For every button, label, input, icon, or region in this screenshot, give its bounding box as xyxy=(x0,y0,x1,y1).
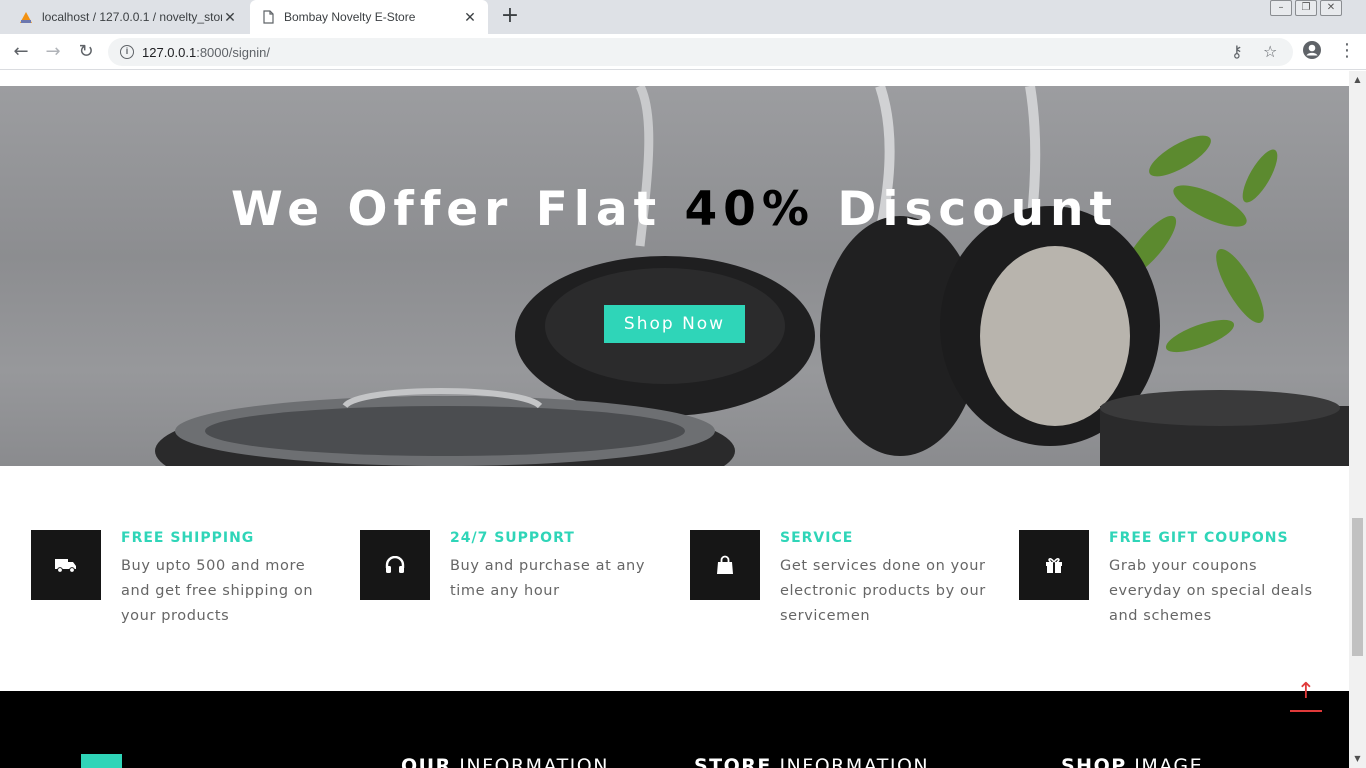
forward-icon[interactable]: → xyxy=(41,40,65,64)
shopping-bag-icon xyxy=(690,530,760,600)
gift-icon xyxy=(1019,530,1089,600)
page-icon xyxy=(263,10,274,24)
key-icon[interactable]: ⚷ xyxy=(1231,42,1243,61)
close-window-icon[interactable]: ✕ xyxy=(1320,0,1342,16)
browser-tab-strip: localhost / 127.0.0.1 / novelty_store ✕ … xyxy=(0,0,1366,34)
feature-title: SERVICE xyxy=(780,530,854,546)
truck-icon xyxy=(31,530,101,600)
page-scrollbar[interactable]: ▲ ▼ xyxy=(1349,71,1366,768)
feature-title: FREE SHIPPING xyxy=(121,530,255,546)
feature-description: Get services done on your electronic pro… xyxy=(780,558,986,624)
menu-icon[interactable]: ⋮ xyxy=(1338,40,1356,61)
url-path: :8000/signin/ xyxy=(196,44,270,60)
shop-now-button[interactable]: Shop Now xyxy=(604,305,745,343)
footer-heading-rest: IMAGE xyxy=(1126,755,1204,768)
footer-heading-bold: STORE xyxy=(694,755,772,768)
close-tab-icon[interactable]: ✕ xyxy=(462,9,478,26)
features-section: FREE SHIPPING Buy upto 500 and more and … xyxy=(0,466,1349,691)
footer-logo xyxy=(81,754,122,768)
browser-toolbar: ← → ↻ i 127.0.0.1:8000/signin/ ⚷ ☆ ⋮ xyxy=(0,34,1366,70)
address-bar[interactable]: i 127.0.0.1:8000/signin/ xyxy=(108,38,1293,66)
url-host: 127.0.0.1 xyxy=(142,44,197,60)
tab-title: localhost / 127.0.0.1 / novelty_store xyxy=(42,10,222,24)
window-controls: – ❐ ✕ xyxy=(1267,0,1342,18)
feature-title: FREE GIFT COUPONS xyxy=(1109,530,1289,546)
hero-heading: We Offer Flat 40% Discount xyxy=(0,182,1349,237)
scrollbar-thumb[interactable] xyxy=(1352,518,1363,656)
feature-description: Grab your coupons everyday on special de… xyxy=(1109,558,1313,624)
feature-title: 24/7 SUPPORT xyxy=(450,530,575,546)
footer-heading-shop-image: SHOP IMAGE xyxy=(1061,755,1203,768)
account-icon[interactable] xyxy=(1302,40,1322,64)
minimize-icon[interactable]: – xyxy=(1270,0,1292,16)
footer-heading-rest: INFORMATION xyxy=(451,755,609,768)
reload-icon[interactable]: ↻ xyxy=(74,40,98,64)
footer-heading-our-information: OUR INFORMATION xyxy=(401,755,609,768)
headphones-icon xyxy=(360,530,430,600)
footer: OUR INFORMATION STORE INFORMATION SHOP I… xyxy=(0,691,1349,768)
hero-banner: We Offer Flat 40% Discount Shop Now xyxy=(0,86,1349,466)
tab-bombay-novelty[interactable]: Bombay Novelty E-Store ✕ xyxy=(250,0,488,34)
back-icon[interactable]: ← xyxy=(9,40,33,64)
tab-title: Bombay Novelty E-Store xyxy=(284,10,416,24)
scroll-down-icon[interactable]: ▼ xyxy=(1349,752,1366,766)
feature-description: Buy and purchase at any time any hour xyxy=(450,558,646,599)
footer-heading-store-information: STORE INFORMATION xyxy=(694,755,929,768)
footer-heading-bold: SHOP xyxy=(1061,755,1127,768)
cookware-image xyxy=(155,86,1349,466)
scroll-to-top-icon[interactable]: ↑ xyxy=(1290,678,1322,712)
hero-heading-start: We Offer Flat xyxy=(231,182,685,237)
web-page: We Offer Flat 40% Discount Shop Now FREE… xyxy=(0,71,1349,768)
hero-heading-highlight: 40% xyxy=(684,182,815,237)
tab-phpmyadmin[interactable]: localhost / 127.0.0.1 / novelty_store ✕ xyxy=(8,0,248,34)
feature-description: Buy upto 500 and more and get free shipp… xyxy=(121,558,314,624)
footer-heading-rest: INFORMATION xyxy=(771,755,930,768)
new-tab-button[interactable]: + xyxy=(498,5,522,29)
hero-heading-end: Discount xyxy=(814,182,1118,237)
restore-icon[interactable]: ❐ xyxy=(1295,0,1317,16)
close-tab-icon[interactable]: ✕ xyxy=(222,9,238,26)
star-icon[interactable]: ☆ xyxy=(1263,42,1277,61)
footer-heading-bold: OUR xyxy=(401,755,452,768)
info-icon[interactable]: i xyxy=(120,45,134,59)
scroll-up-icon[interactable]: ▲ xyxy=(1349,73,1366,87)
phpmyadmin-icon xyxy=(20,12,32,23)
